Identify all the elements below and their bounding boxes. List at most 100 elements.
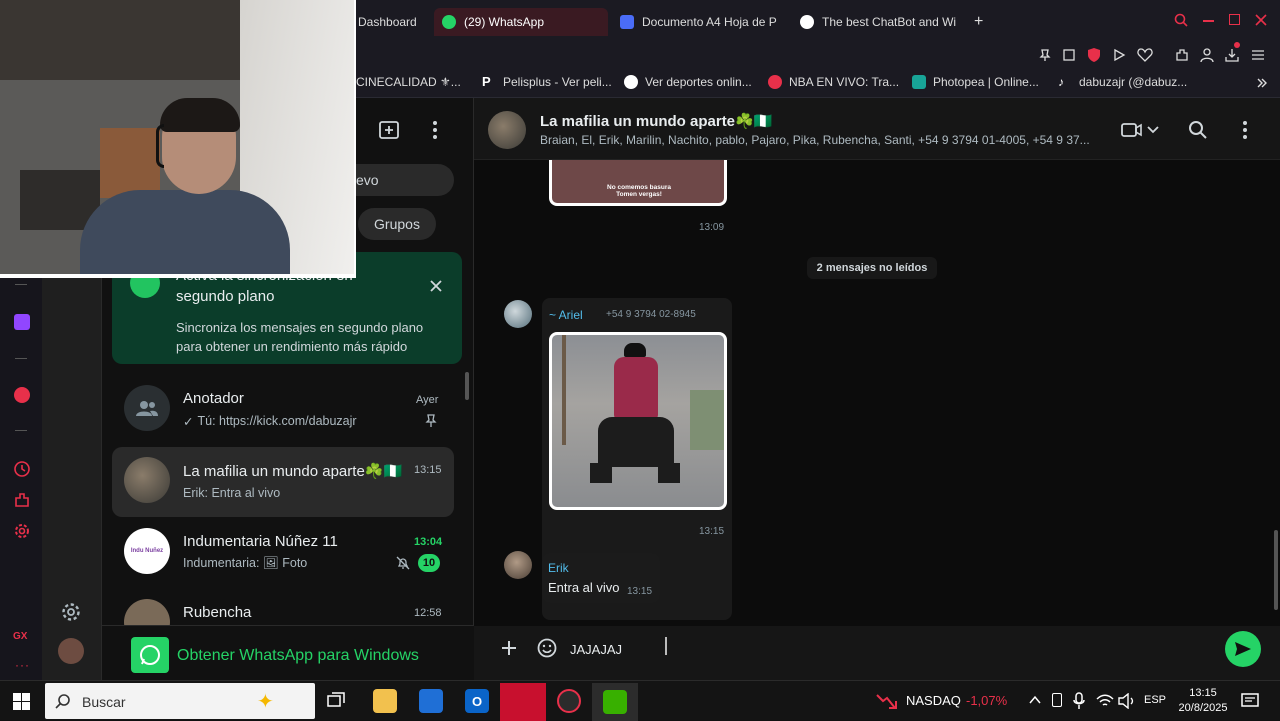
- download-icon[interactable]: [1224, 47, 1240, 63]
- close-banner-icon[interactable]: [430, 280, 442, 292]
- bookmark-photopea[interactable]: Photopea | Online...: [912, 75, 1039, 89]
- store-icon[interactable]: [419, 689, 443, 713]
- chat-preview: Indumentaria: 🖼 Foto: [183, 556, 308, 570]
- message-input[interactable]: [566, 636, 1186, 662]
- profile-avatar[interactable]: [58, 638, 84, 664]
- chat-row-la-mafilia[interactable]: La mafilia un mundo aparte☘️🇳🇬 13:15 Eri…: [112, 447, 454, 517]
- pin-icon[interactable]: [1038, 48, 1052, 62]
- extensions-sidebar-icon[interactable]: [13, 491, 31, 509]
- chat-row-rubencha[interactable]: Rubencha 12:58: [112, 591, 454, 625]
- chat-name: Anotador: [183, 390, 244, 407]
- chat-row-anotador[interactable]: Anotador Ayer ✓ Tú: https://kick.com/dabu…: [112, 375, 454, 445]
- get-app-link[interactable]: Obtener WhatsApp para Windows: [177, 647, 419, 665]
- filter-groups-chip[interactable]: Grupos: [358, 208, 436, 240]
- wifi-icon[interactable]: [1096, 693, 1114, 709]
- bookmark-deportes[interactable]: Ver deportes onlin...: [624, 75, 752, 89]
- webcam-overlay: [0, 0, 356, 278]
- easy-setup-icon[interactable]: [1250, 47, 1266, 63]
- history-icon[interactable]: [13, 460, 31, 478]
- clock[interactable]: 13:15 20/8/2025: [1175, 686, 1231, 716]
- sender-avatar[interactable]: [504, 300, 532, 328]
- pinned-icon: [425, 414, 437, 427]
- bookmark-nba[interactable]: NBA EN VIVO: Tra...: [768, 75, 899, 89]
- file-explorer-icon[interactable]: [373, 689, 397, 713]
- windows-start-icon[interactable]: [13, 693, 30, 710]
- new-tab-button[interactable]: +: [974, 8, 990, 36]
- chat-preview: Erik: Entra al vivo: [183, 486, 281, 500]
- sender-name[interactable]: Erik: [548, 561, 569, 575]
- minimize-button[interactable]: [1203, 20, 1214, 22]
- image-message-meme[interactable]: No comemos basura Tomen vergas!: [549, 160, 727, 206]
- search-chat-icon[interactable]: [1188, 120, 1208, 140]
- more-bookmarks-icon[interactable]: [1256, 77, 1268, 89]
- tab-chatbot[interactable]: The best ChatBot and Wi: [800, 8, 968, 36]
- chat-name: La mafilia un mundo aparte☘️🇳🇬: [183, 463, 403, 480]
- taskbar-search[interactable]: Buscar ✦: [45, 683, 315, 719]
- tab-whatsapp[interactable]: (29) WhatsApp: [434, 8, 608, 36]
- volume-icon[interactable]: [1118, 693, 1136, 709]
- opera-gx-taskbar-button[interactable]: [500, 683, 546, 721]
- video-thumbnail[interactable]: [549, 332, 727, 510]
- chat-time: 13:04: [414, 536, 443, 548]
- chat-list-scrollbar[interactable]: [465, 372, 469, 400]
- active-app-button[interactable]: [592, 683, 638, 721]
- bookmark-cinecalidad[interactable]: CINECALIDAD ⚜...: [356, 75, 461, 89]
- notifications-icon[interactable]: [1241, 692, 1259, 710]
- task-view-icon[interactable]: [327, 692, 345, 710]
- chat-time: Ayer: [416, 394, 439, 406]
- chat-header[interactable]: La mafilia un mundo aparte☘️🇳🇬 Braian, E…: [474, 98, 1280, 160]
- new-chat-icon[interactable]: [378, 120, 400, 140]
- muted-bell-icon: [396, 556, 410, 570]
- chatgpt-icon: [800, 15, 814, 29]
- ticker-name[interactable]: NASDAQ: [906, 693, 961, 708]
- close-window-button[interactable]: [1255, 14, 1267, 26]
- bookmark-pelisplus[interactable]: P Pelisplus - Ver peli...: [482, 75, 612, 90]
- get-app-bar: Obtener WhatsApp para Windows: [102, 625, 474, 680]
- search-tabs-icon[interactable]: [1174, 13, 1188, 27]
- extensions-icon[interactable]: [1174, 47, 1190, 63]
- attach-plus-icon[interactable]: [500, 639, 518, 657]
- profile-icon[interactable]: [1199, 47, 1215, 63]
- chat-scrollbar[interactable]: [1273, 160, 1279, 620]
- snapshot-icon[interactable]: [1062, 48, 1076, 62]
- chat-avatar[interactable]: [488, 111, 526, 149]
- language-indicator[interactable]: ESP: [1144, 694, 1166, 706]
- outlook-icon[interactable]: O: [465, 689, 489, 713]
- chat-row-indumentaria[interactable]: Indu Nuñez Indumentaria Núñez 11 13:04 I…: [112, 519, 454, 589]
- heart-icon[interactable]: [1137, 48, 1153, 62]
- sender-avatar[interactable]: [504, 551, 532, 579]
- video-call-icon[interactable]: [1120, 122, 1160, 138]
- menu-icon[interactable]: [433, 121, 437, 139]
- settings-gear-icon[interactable]: [60, 601, 82, 623]
- play-icon[interactable]: [1112, 48, 1126, 62]
- microphone-icon[interactable]: [1072, 692, 1086, 710]
- twitch-icon[interactable]: [14, 314, 30, 330]
- person-leg-right: [658, 463, 680, 483]
- person-cap: [624, 343, 646, 357]
- tab-dashboard[interactable]: Dashboard: [358, 8, 428, 36]
- music-icon[interactable]: [14, 387, 30, 403]
- deportes-icon: [624, 75, 638, 89]
- tab-documento[interactable]: Documento A4 Hoja de P: [620, 8, 780, 36]
- tray-chevron-icon[interactable]: [1029, 695, 1041, 705]
- opera-icon[interactable]: [557, 689, 581, 713]
- composer-bar: [474, 626, 1280, 680]
- chat-name: Rubencha: [183, 604, 252, 621]
- sender-name[interactable]: ~ Ariel: [549, 308, 583, 322]
- whatsapp-logo-icon: [131, 637, 169, 673]
- shield-icon[interactable]: [1086, 47, 1102, 63]
- more-icon[interactable]: ···: [15, 658, 30, 672]
- chat-menu-icon[interactable]: [1243, 121, 1247, 139]
- chat-time: 12:58: [414, 607, 442, 619]
- ticker-value: -1,07%: [966, 693, 1008, 708]
- maximize-button[interactable]: [1229, 14, 1240, 25]
- search-placeholder: Buscar: [82, 694, 126, 710]
- send-button[interactable]: [1225, 631, 1261, 667]
- bookmark-tiktok[interactable]: ♪ dabuzajr (@dabuz...: [1058, 75, 1187, 89]
- tab-label: Dashboard: [358, 15, 417, 29]
- battery-icon[interactable]: [1052, 693, 1062, 707]
- message-time: 13:15: [627, 586, 653, 597]
- message-time: 13:15: [699, 526, 725, 537]
- sticker-emoji-icon[interactable]: [536, 637, 558, 659]
- settings-sidebar-icon[interactable]: [13, 522, 31, 540]
